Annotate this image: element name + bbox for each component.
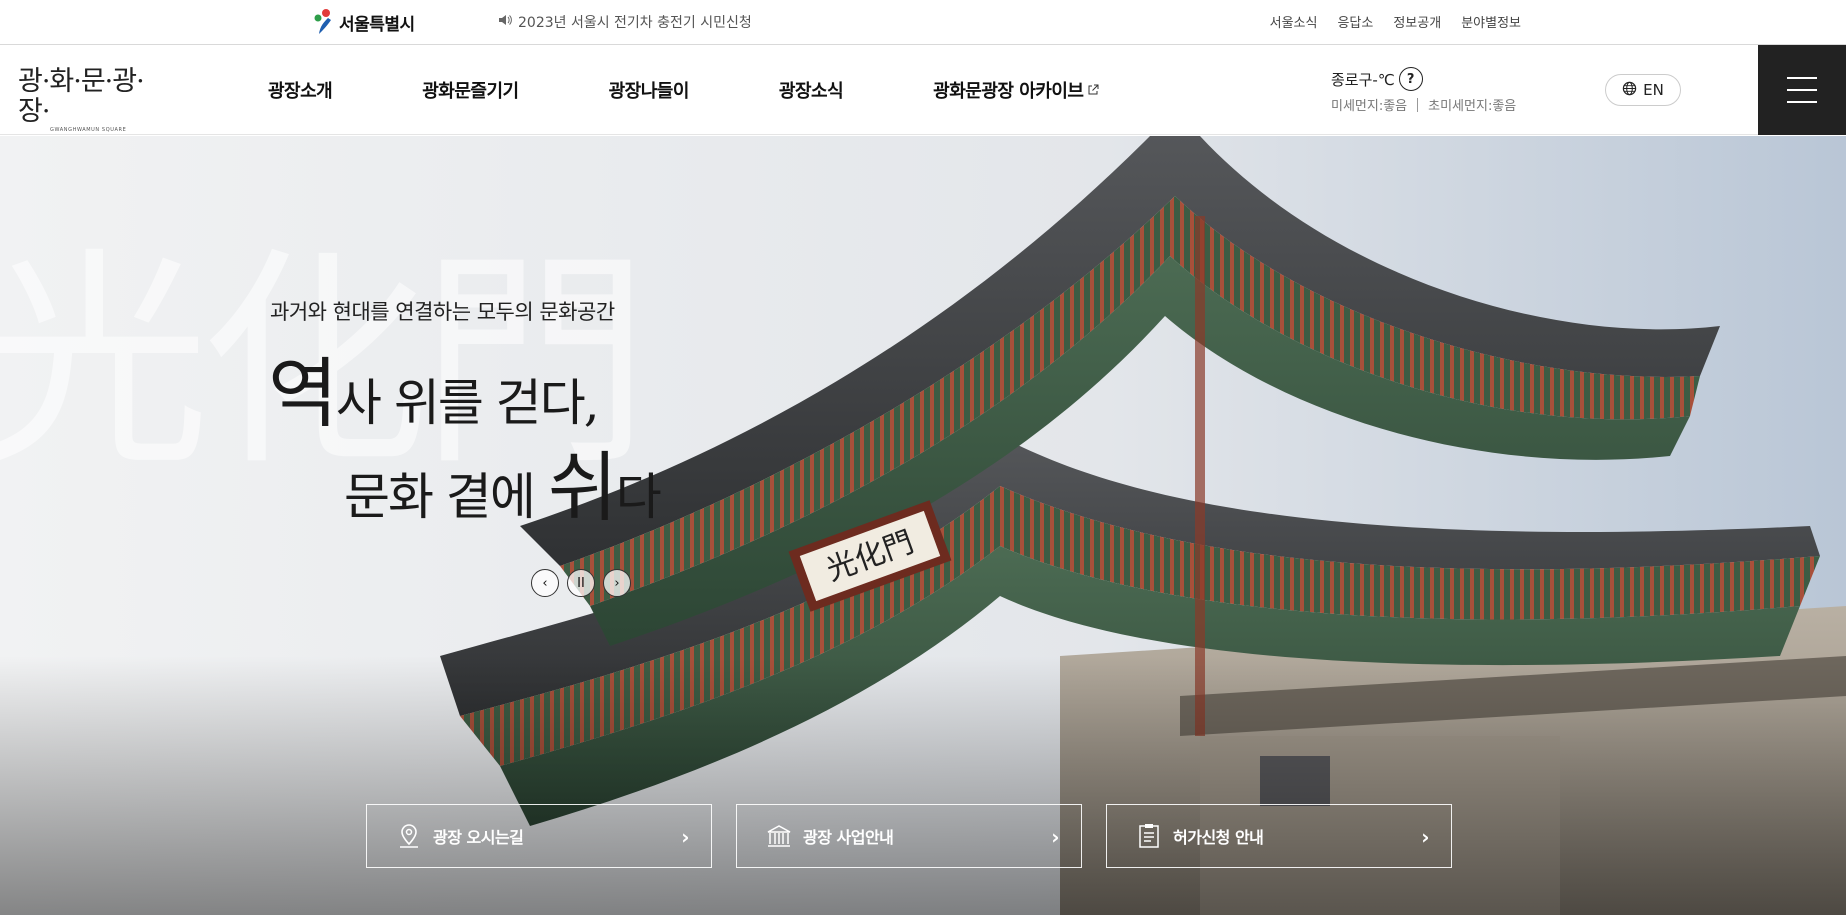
nav-label: 광화문즐기기 (422, 81, 519, 102)
speaker-icon (498, 14, 512, 30)
external-link-icon (1087, 80, 1099, 101)
utility-bar: 서울특별시 2023년 서울시 전기차 충전기 시민신청 서울소식 응답소 정보… (0, 0, 1846, 45)
utility-links: 서울소식 응답소 정보공개 분야별정보 (1270, 12, 1521, 31)
util-link-eungdapso[interactable]: 응답소 (1337, 12, 1373, 31)
clipboard-icon (1135, 822, 1163, 850)
hero-banner: 光化門 光化門 과거와 현대를 연결하는 모두의 문화공간 역사 위를 걷다, … (0, 136, 1846, 915)
hero-title-text: 다 (615, 468, 662, 526)
hero-title-emphasis: 역 (268, 349, 338, 438)
divider (1417, 97, 1419, 112)
quick-link-business-info[interactable]: 광장 사업안내 › (736, 804, 1082, 868)
quick-link-label: 광장 오시는길 (433, 828, 524, 847)
util-link-seoul-news[interactable]: 서울소식 (1270, 12, 1318, 31)
menu-line (1787, 101, 1817, 103)
nav-square-news[interactable]: 광장소식 (778, 77, 844, 103)
nav-label: 광장소식 (778, 81, 844, 102)
seoul-logo-text: 서울특별시 (339, 14, 415, 35)
notice-banner[interactable]: 2023년 서울시 전기차 충전기 시민신청 (498, 12, 752, 32)
hero-title-text: 문화 곁에 (344, 468, 548, 526)
nav-archive[interactable]: 광화문광장 아카이브 (933, 77, 1099, 103)
fine-dust-status: 미세먼지:좋음 (1331, 99, 1408, 114)
quick-link-directions[interactable]: 광장 오시는길 › (366, 804, 712, 868)
hero-subtitle: 과거와 현대를 연결하는 모두의 문화공간 (270, 300, 615, 324)
menu-line (1787, 77, 1817, 79)
site-logo-english: GWANGHWAMUN SQUARE (50, 127, 127, 133)
slide-next-button[interactable]: › (603, 569, 631, 597)
quick-link-label: 허가신청 안내 (1173, 828, 1264, 847)
seoul-city-logo[interactable]: 서울특별시 (310, 7, 415, 37)
language-label: EN (1643, 81, 1664, 99)
weather-help-icon[interactable]: ? (1398, 67, 1423, 91)
main-header: 광·화·문·광·장· GWANGHWAMUN SQUARE 광장소개 광화문즐기… (0, 45, 1846, 135)
main-navigation: 광장소개 광화문즐기기 광장나들이 광장소식 광화문광장 아카이브 (268, 45, 1189, 135)
weather-widget: 종로구-℃ ? 미세먼지:좋음 초미세먼지:좋음 (1331, 67, 1516, 114)
building-icon (765, 822, 793, 850)
globe-icon (1622, 81, 1637, 100)
slide-prev-button[interactable]: ‹ (531, 569, 559, 597)
nav-square-intro[interactable]: 광장소개 (268, 77, 333, 103)
hero-title-text: 사 위를 걷다, (335, 374, 600, 432)
nav-label: 광화문광장 아카이브 (933, 81, 1084, 102)
notice-text: 2023년 서울시 전기차 충전기 시민신청 (518, 15, 752, 31)
chevron-right-icon: › (681, 825, 689, 849)
slide-pause-button[interactable]: II (567, 569, 595, 597)
language-button[interactable]: EN (1605, 74, 1681, 106)
weather-location-temp: 종로구-℃ (1331, 70, 1395, 89)
location-pin-icon (395, 822, 423, 850)
quick-link-permit-application[interactable]: 허가신청 안내 › (1106, 804, 1452, 868)
site-logo[interactable]: 광·화·문·광·장· GWANGHWAMUN SQUARE (18, 67, 163, 134)
quick-link-label: 광장 사업안내 (803, 828, 894, 847)
seoul-logo-icon (310, 8, 336, 36)
hero-title-emphasis: 쉬 (547, 443, 618, 532)
nav-square-outing[interactable]: 광장나들이 (608, 77, 690, 103)
chevron-right-icon: › (1421, 825, 1429, 849)
menu-line (1787, 89, 1817, 91)
chevron-right-icon: › (1051, 825, 1059, 849)
slide-controls: ‹ II › (531, 569, 631, 597)
nav-label: 광장나들이 (608, 81, 690, 102)
util-link-info-disclosure[interactable]: 정보공개 (1393, 12, 1441, 31)
nav-label: 광장소개 (268, 81, 333, 102)
util-link-field-info[interactable]: 분야별정보 (1461, 12, 1521, 31)
ultra-fine-dust-status: 초미세먼지:좋음 (1428, 99, 1517, 114)
hamburger-menu-button[interactable] (1758, 45, 1846, 135)
site-logo-korean: 광·화·문·광·장· (18, 66, 145, 127)
hero-title-line2: 문화 곁에 쉬다 (344, 426, 662, 536)
nav-enjoy-gwanghwamun[interactable]: 광화문즐기기 (422, 77, 519, 103)
